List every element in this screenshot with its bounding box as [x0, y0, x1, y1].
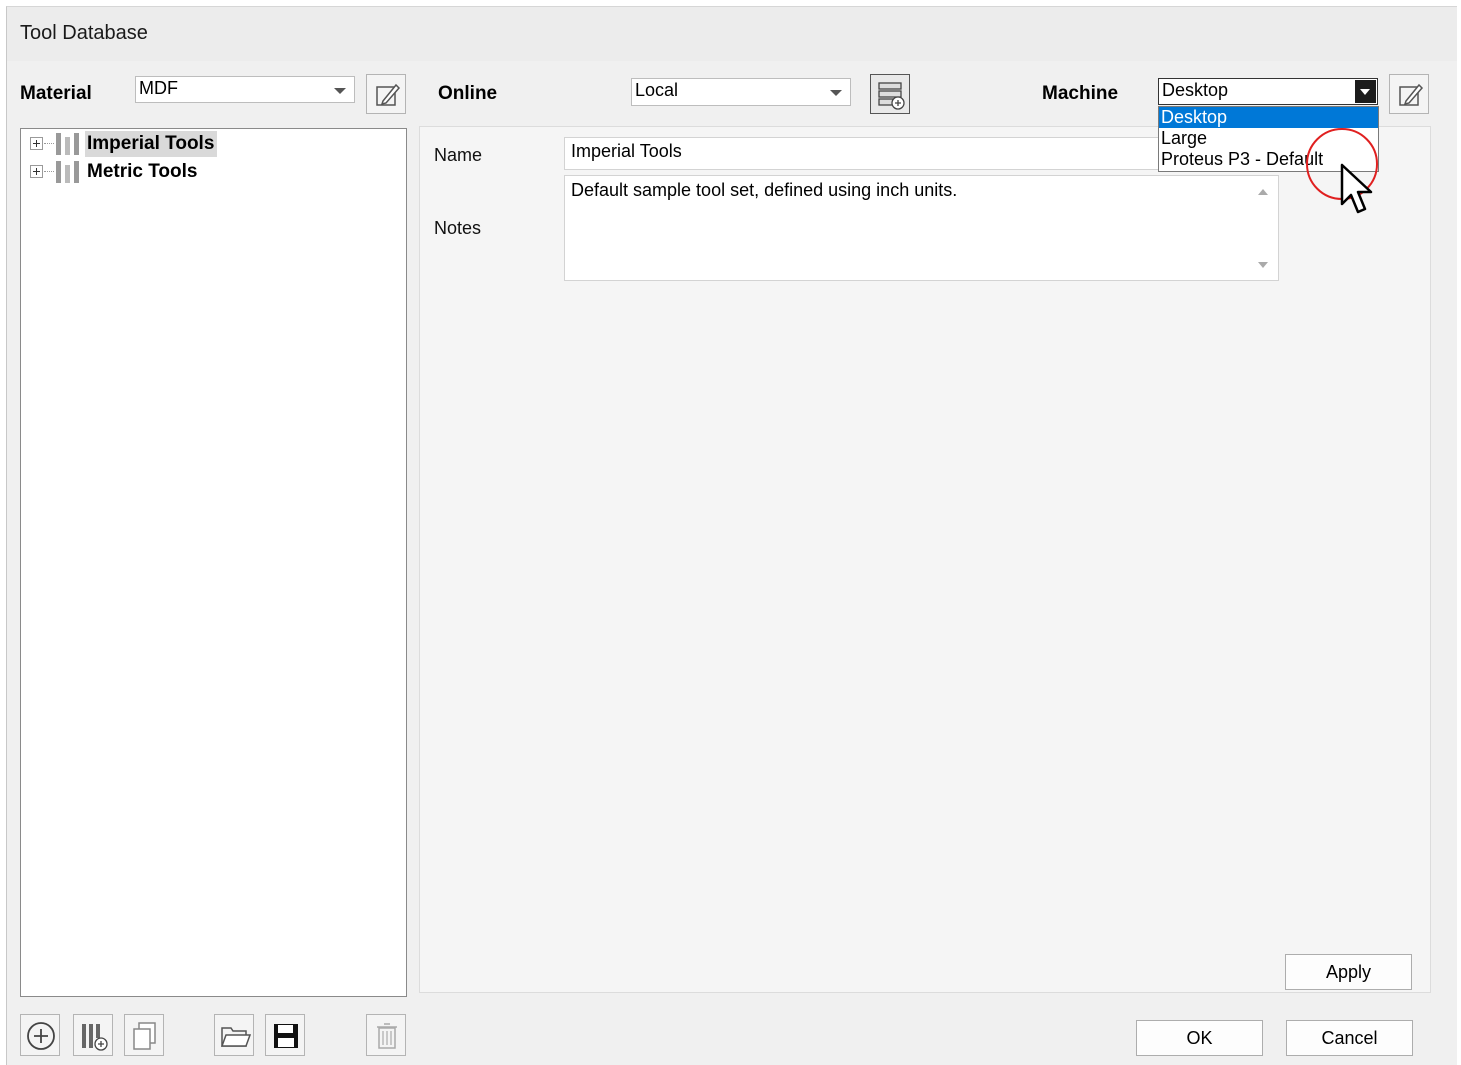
save-icon — [274, 1024, 298, 1048]
apply-button[interactable]: Apply — [1285, 954, 1412, 990]
tree-item-metric-tools[interactable]: Metric Tools — [87, 161, 198, 183]
notes-field[interactable]: Default sample tool set, defined using i… — [564, 175, 1279, 281]
delete-button[interactable] — [366, 1014, 406, 1056]
add-tool-button[interactable] — [73, 1014, 113, 1056]
online-combo[interactable]: Local — [631, 78, 851, 106]
tree-item-imperial-tools[interactable]: Imperial Tools — [87, 133, 214, 155]
online-add-button[interactable] — [870, 74, 910, 114]
title-bar — [7, 7, 1457, 61]
tool-group-icon — [56, 161, 79, 183]
material-value: MDF — [139, 78, 178, 98]
save-button[interactable] — [265, 1014, 305, 1056]
add-button[interactable] — [20, 1014, 60, 1056]
chevron-down-icon — [830, 90, 842, 96]
machine-combo[interactable]: Desktop — [1158, 78, 1378, 105]
tool-tree[interactable] — [20, 128, 407, 997]
scroll-down-icon[interactable] — [1258, 262, 1268, 268]
dropdown-arrow-icon[interactable] — [1355, 80, 1376, 103]
add-circle-icon — [27, 1022, 55, 1050]
notes-label: Notes — [434, 218, 482, 238]
copy-button[interactable] — [124, 1014, 164, 1056]
add-tool-icon — [82, 1024, 108, 1051]
edit-icon — [1399, 83, 1424, 106]
scroll-up-icon[interactable] — [1258, 189, 1268, 195]
tree-connector — [44, 143, 54, 144]
copy-icon — [133, 1022, 156, 1050]
machine-option-desktop[interactable]: Desktop — [1159, 107, 1378, 128]
material-label: Material — [20, 83, 92, 104]
online-value: Local — [635, 80, 679, 100]
machine-label: Machine — [1042, 83, 1119, 104]
tree-connector — [44, 171, 54, 172]
expand-imperial-icon[interactable] — [30, 137, 43, 150]
name-label: Name — [434, 145, 483, 165]
chevron-down-icon — [334, 88, 346, 94]
tool-group-icon — [56, 133, 79, 155]
machine-edit-button[interactable] — [1389, 74, 1429, 114]
online-label: Online — [438, 83, 498, 104]
name-value: Imperial Tools — [571, 141, 682, 161]
machine-value: Desktop — [1162, 80, 1229, 100]
trash-icon — [377, 1023, 397, 1049]
material-combo[interactable]: MDF — [135, 76, 355, 103]
cancel-button[interactable]: Cancel — [1286, 1020, 1413, 1056]
database-add-icon — [878, 82, 905, 110]
folder-open-icon — [220, 1027, 252, 1047]
edit-icon — [376, 83, 401, 106]
open-button[interactable] — [214, 1014, 254, 1056]
ok-button[interactable]: OK — [1136, 1020, 1263, 1056]
material-edit-button[interactable] — [366, 74, 406, 114]
notes-value: Default sample tool set, defined using i… — [571, 180, 958, 200]
mouse-pointer-icon — [1340, 163, 1373, 214]
window-title: Tool Database — [20, 22, 148, 44]
expand-metric-icon[interactable] — [30, 165, 43, 178]
